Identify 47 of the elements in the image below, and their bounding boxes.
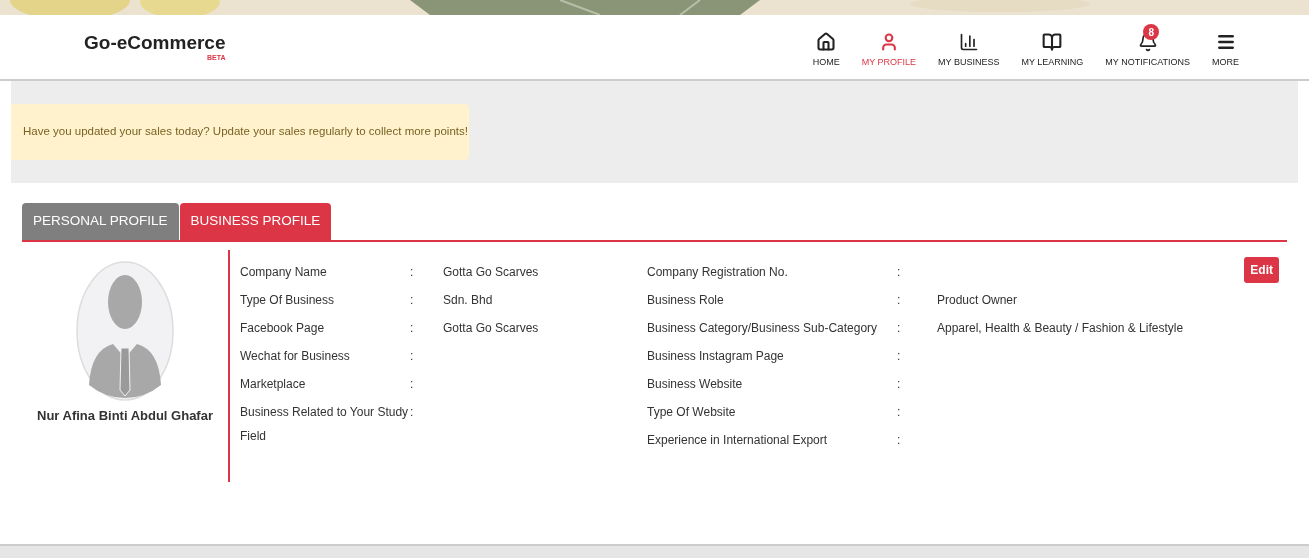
edit-button[interactable]: Edit <box>1244 257 1279 283</box>
field-label: Wechat for Business <box>240 348 351 365</box>
nav-item[interactable]: HOME <box>812 24 840 70</box>
field-separator: : <box>410 320 415 337</box>
field-label: Business Instagram Page <box>647 348 785 365</box>
profile-tab[interactable]: PERSONAL PROFILE <box>22 203 179 240</box>
field-label: Business Category/Business Sub-Category <box>647 320 879 337</box>
nav-item[interactable]: MY PROFILE <box>861 24 917 70</box>
field-label: Type Of Website <box>647 404 737 421</box>
book-icon <box>1042 32 1063 53</box>
field-value: Sdn. Bhd <box>443 292 493 309</box>
field-label: Company Name <box>240 264 328 281</box>
field-value: Apparel, Health & Beauty / Fashion & Lifestyle <box>937 320 1184 337</box>
field-label: Company Registration No. <box>647 264 789 281</box>
field-separator: : <box>410 376 415 393</box>
field-separator: : <box>897 320 902 337</box>
profile-name: Nur Afina Binti Abdul Ghafar <box>37 407 213 425</box>
nav-item[interactable]: MY BUSINESS <box>938 24 1000 70</box>
field-separator: : <box>897 264 902 281</box>
notification-badge: 8 <box>1143 24 1160 41</box>
field-label: Business Related to Your Study Field <box>240 404 410 445</box>
field-separator: : <box>897 348 902 365</box>
field-label: Business Role <box>647 292 725 309</box>
field-separator: : <box>897 404 902 421</box>
field-label: Type Of Business <box>240 292 336 309</box>
alert-banner: Have you updated your sales today? Update your sales regularly to collect more points! <box>11 104 469 160</box>
nav-item[interactable]: MY NOTIFICATIONS 8 <box>1105 24 1190 70</box>
home-icon <box>816 32 837 53</box>
field-label: Experience in International Export <box>647 432 829 449</box>
field-label: Facebook Page <box>240 320 326 337</box>
field-separator: : <box>410 404 415 421</box>
field-separator: : <box>897 432 902 449</box>
field-value: Gotta Go Scarves <box>443 320 539 337</box>
nav-item[interactable]: MY LEARNING <box>1021 24 1084 70</box>
field-label: Marketplace <box>240 376 307 393</box>
logo[interactable]: Go-eCommerce <box>84 33 226 52</box>
field-value: Gotta Go Scarves <box>443 264 539 281</box>
field-separator: : <box>410 264 415 281</box>
field-separator: : <box>410 292 415 309</box>
nav-item[interactable]: MORE <box>1212 24 1239 70</box>
profile-tab[interactable]: BUSINESS PROFILE <box>179 203 332 240</box>
field-value: Product Owner <box>937 292 1018 309</box>
field-label: Business Website <box>647 376 744 393</box>
field-separator: : <box>897 376 902 393</box>
field-separator: : <box>897 292 902 309</box>
bar-chart-icon <box>958 32 979 53</box>
field-separator: : <box>410 348 415 365</box>
